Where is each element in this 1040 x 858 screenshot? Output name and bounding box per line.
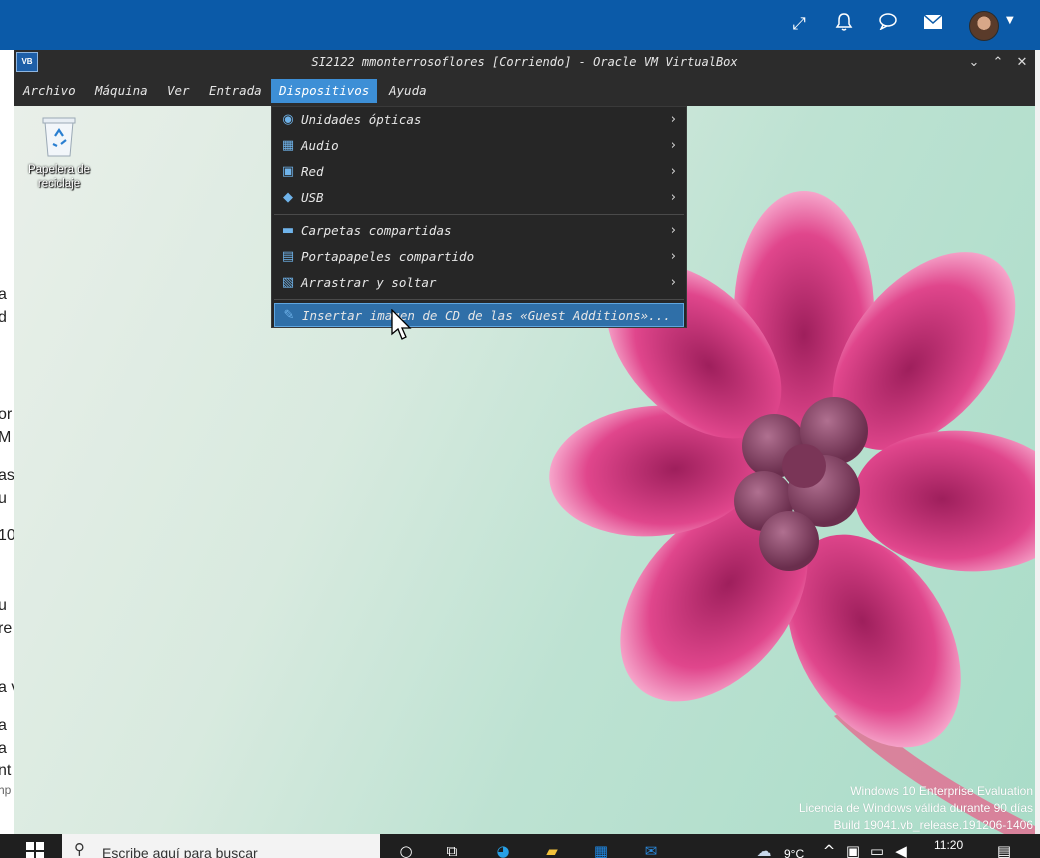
menu-item-usb[interactable]: ◆ USB ›: [274, 186, 684, 210]
task-view-icon[interactable]: ⧉: [441, 840, 463, 858]
menu-item-label: Carpetas compartidas: [301, 223, 452, 238]
menu-item-network[interactable]: ▣ Red ›: [274, 160, 684, 184]
shared-folder-icon: ▬: [281, 223, 295, 238]
optical-disc-icon: ◉: [282, 112, 294, 127]
host-text-fragment: re: [0, 620, 13, 637]
devices-dropdown-menu: ◉ Unidades ópticas › ▦ Audio › ▣ Red › ◆…: [271, 106, 687, 328]
temperature-readout[interactable]: 9°C: [784, 847, 804, 858]
window-title: SI2122 mmonterrosoflores [Corriendo] - O…: [311, 55, 738, 69]
host-text-fragment: hp: [0, 783, 12, 797]
menu-item-optical-drives[interactable]: ◉ Unidades ópticas ›: [274, 108, 684, 132]
chat-icon[interactable]: [876, 12, 900, 36]
chevron-right-icon: ›: [670, 249, 676, 264]
host-page-fragment: a d or M as u 10 u re a v a a nt hp: [0, 50, 14, 858]
taskbar-search-box[interactable]: ⚲ Escribe aquí para buscar: [62, 834, 380, 858]
menu-ver[interactable]: Ver: [159, 79, 198, 103]
edge-browser-icon[interactable]: ◕: [492, 840, 514, 858]
chevron-right-icon: ›: [670, 112, 676, 127]
menu-separator: [274, 214, 684, 215]
menu-separator: [274, 299, 684, 300]
chevron-right-icon: ›: [670, 138, 676, 153]
network-status-icon[interactable]: ▭: [866, 840, 888, 858]
menu-item-label: Portapapeles compartido: [301, 249, 475, 264]
store-icon[interactable]: ▦: [590, 840, 612, 858]
recycle-bin-label: Papelera de reciclaje: [27, 164, 91, 190]
chevron-right-icon: ›: [670, 164, 676, 179]
drag-drop-icon: ▧: [281, 275, 295, 290]
watermark-line: Build 19041.vb_release.191206-1406: [833, 818, 1034, 832]
maximize-icon[interactable]: ⌃: [988, 52, 1008, 74]
clipboard-icon: ▤: [281, 249, 295, 264]
host-text-fragment: d: [0, 309, 7, 326]
windows-start-icon[interactable]: [26, 842, 44, 858]
menu-item-shared-clipboard[interactable]: ▤ Portapapeles compartido ›: [274, 245, 684, 269]
recycle-bin-icon: [42, 117, 76, 157]
weather-icon[interactable]: ☁: [753, 840, 775, 858]
recycle-bin-shortcut[interactable]: Papelera de reciclaje: [26, 114, 92, 191]
watermark-line: Windows 10 Enterprise Evaluation: [850, 784, 1033, 798]
mouse-cursor-icon: [391, 309, 412, 340]
usb-icon: ◆: [283, 190, 293, 205]
host-text-fragment: a: [0, 717, 7, 734]
host-text-fragment: u: [0, 597, 7, 614]
audio-icon: ▦: [281, 138, 295, 153]
menu-item-audio[interactable]: ▦ Audio ›: [274, 134, 684, 158]
watermark-line: Licencia de Windows válida durante 90 dí…: [798, 801, 1033, 815]
security-icon[interactable]: ▣: [842, 840, 864, 858]
action-center-icon[interactable]: ▤: [993, 840, 1015, 858]
host-text-fragment: a v: [0, 679, 14, 696]
chevron-right-icon: ›: [670, 190, 676, 205]
menu-item-label: Audio: [301, 138, 339, 153]
host-text-fragment: a: [0, 740, 7, 757]
host-scrollbar[interactable]: [1035, 50, 1040, 858]
menu-item-label: Red: [301, 164, 324, 179]
chevron-right-icon: ›: [670, 275, 676, 290]
windows-evaluation-watermark: Windows 10 Enterprise Evaluation Licenci…: [799, 783, 1033, 834]
guest-additions-icon: ✎: [283, 308, 295, 323]
menu-maquina[interactable]: Máquina: [87, 79, 156, 103]
menu-item-label: Insertar imagen de CD de las «Guest Addi…: [302, 308, 671, 323]
menu-archivo[interactable]: Archivo: [15, 79, 84, 103]
menu-dispositivos[interactable]: Dispositivos: [271, 79, 378, 103]
network-icon: ▣: [281, 164, 295, 179]
mail-app-icon[interactable]: ✉: [640, 840, 662, 858]
cortana-icon[interactable]: ○: [395, 840, 417, 858]
volume-muted-icon[interactable]: ◀: [890, 840, 912, 858]
user-avatar[interactable]: [969, 11, 999, 41]
host-text-fragment: a: [0, 286, 7, 303]
chevron-right-icon: ›: [670, 223, 676, 238]
taskbar-clock[interactable]: 11:20: [934, 838, 963, 852]
search-placeholder: Escribe aquí para buscar: [102, 845, 258, 858]
menu-item-label: Unidades ópticas: [301, 112, 422, 127]
search-icon: ⚲: [74, 840, 85, 858]
host-text-fragment: 10: [0, 527, 14, 544]
host-text-fragment: or: [0, 406, 13, 423]
mail-icon[interactable]: [921, 12, 945, 36]
notification-bell-icon[interactable]: [832, 12, 856, 36]
window-titlebar[interactable]: VB SI2122 mmonterrosoflores [Corriendo] …: [14, 50, 1035, 76]
menu-item-drag-and-drop[interactable]: ▧ Arrastrar y soltar ›: [274, 271, 684, 295]
menu-item-label: Arrastrar y soltar: [301, 275, 437, 290]
host-text-fragment: nt: [0, 762, 12, 779]
host-taskbar: ⚲ Escribe aquí para buscar ○ ⧉ ◕ ▰ ▦ ✉ ☁…: [0, 834, 1040, 858]
host-text-fragment: M: [0, 429, 12, 446]
host-header-bar: ⤢ ▼: [0, 0, 1040, 50]
menu-item-shared-folders[interactable]: ▬ Carpetas compartidas ›: [274, 219, 684, 243]
chevron-up-icon[interactable]: ^: [818, 840, 840, 858]
menu-item-insert-guest-additions[interactable]: ✎ Insertar imagen de CD de las «Guest Ad…: [274, 303, 684, 327]
menu-entrada[interactable]: Entrada: [201, 79, 270, 103]
host-text-fragment: as: [0, 467, 14, 484]
fullscreen-icon[interactable]: ⤢: [787, 12, 811, 36]
close-icon[interactable]: ✕: [1012, 52, 1032, 74]
vm-menubar: Archivo Máquina Ver Entrada Dispositivos…: [14, 76, 1035, 106]
chevron-down-icon[interactable]: ▼: [1006, 15, 1014, 26]
file-explorer-icon[interactable]: ▰: [541, 840, 563, 858]
menu-ayuda[interactable]: Ayuda: [381, 79, 435, 103]
menu-item-label: USB: [301, 190, 324, 205]
host-text-fragment: u: [0, 490, 7, 507]
minimize-icon[interactable]: ⌄: [964, 52, 984, 74]
